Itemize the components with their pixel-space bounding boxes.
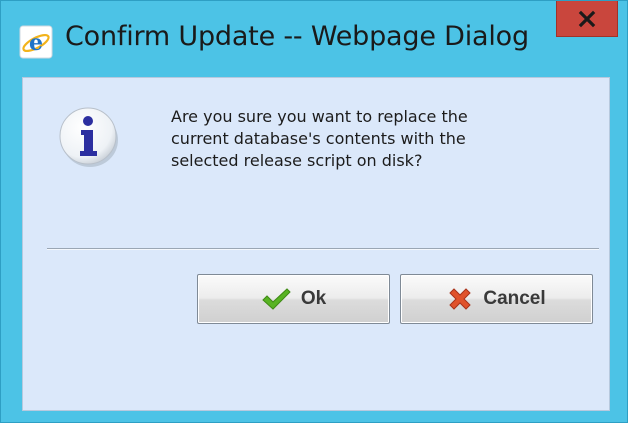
checkmark-icon	[261, 287, 291, 311]
info-icon	[57, 104, 121, 168]
message-line-1: Are you sure you want to replace the	[171, 107, 468, 126]
close-button[interactable]	[556, 1, 618, 37]
internet-explorer-icon: e	[19, 25, 53, 59]
close-icon	[578, 10, 596, 28]
cancel-button-label: Cancel	[483, 288, 546, 309]
ok-button[interactable]: Ok	[197, 274, 390, 324]
svg-text:e: e	[29, 30, 43, 56]
window-title: Confirm Update -- Webpage Dialog	[65, 21, 529, 52]
dialog-message: Are you sure you want to replace the cur…	[171, 106, 571, 172]
title-bar[interactable]: e Confirm Update -- Webpage Dialog	[1, 1, 627, 77]
message-line-2: current database's contents with the	[171, 129, 466, 148]
message-line-3: selected release script on disk?	[171, 151, 423, 170]
dialog-window: e Confirm Update -- Webpage Dialog Are y…	[0, 0, 628, 423]
ok-button-label: Ok	[300, 288, 327, 309]
divider	[47, 248, 599, 250]
dialog-body: Are you sure you want to replace the cur…	[22, 77, 610, 411]
red-x-icon	[447, 286, 473, 312]
cancel-button[interactable]: Cancel	[400, 274, 593, 324]
